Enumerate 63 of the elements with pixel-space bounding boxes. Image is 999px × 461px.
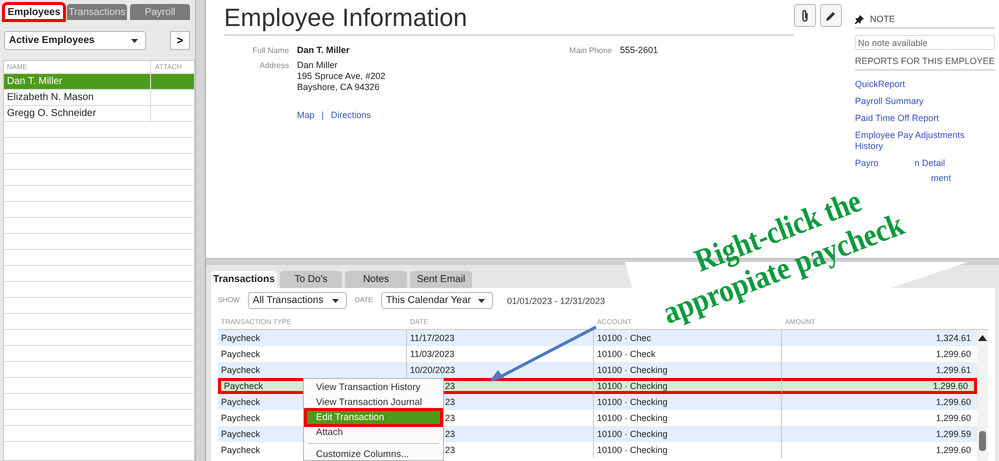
- report-link[interactable]: n Detail: [914, 158, 946, 173]
- table-cell: Paycheck: [218, 362, 407, 378]
- transactions-tab[interactable]: Transactions: [211, 271, 277, 288]
- field-label: Full Name: [252, 45, 290, 55]
- report-link[interactable]: ment: [931, 173, 952, 188]
- note-field[interactable]: No note available: [855, 35, 995, 50]
- menu-item[interactable]: Edit Transaction: [306, 410, 441, 425]
- note-heading: NOTE: [870, 14, 896, 24]
- full-name-value: Dan T. Miller: [297, 45, 350, 56]
- caret-icon: [332, 298, 339, 302]
- scroll-up-icon: [978, 335, 987, 341]
- report-link[interactable]: Paid Time Off Report: [855, 113, 970, 124]
- edit-button[interactable]: [820, 4, 842, 27]
- scrollbar[interactable]: [977, 330, 988, 461]
- table-cell: 11/17/2023: [407, 330, 594, 346]
- pin-icon: [855, 14, 864, 24]
- transactions-tab[interactable]: Notes: [345, 271, 407, 288]
- field-label: Address: [258, 60, 290, 70]
- table-cell: 10100 · Checking: [594, 394, 782, 410]
- employee-filter-dropdown[interactable]: Active Employees: [4, 31, 146, 50]
- report-link[interactable]: QuickReport: [855, 79, 970, 90]
- address-line: Dan Miller: [297, 60, 339, 71]
- table-cell: 1,299.59: [782, 426, 977, 442]
- table-cell-text: 1,299.60: [934, 412, 972, 425]
- table-cell: 10100 · Checking: [594, 362, 782, 378]
- show-dropdown[interactable]: All Transactions: [248, 292, 347, 309]
- table-cell: 10100 · Checking: [594, 378, 782, 394]
- page-title: Employee Information: [224, 4, 794, 36]
- table-cell: 1,324.61: [782, 330, 977, 346]
- next-button[interactable]: >: [170, 31, 190, 50]
- table-cell: 10100 · Checking: [594, 426, 782, 442]
- scroll-thumb[interactable]: [979, 431, 986, 451]
- sidebar-tab[interactable]: Employees: [4, 4, 64, 20]
- attach-button[interactable]: [794, 4, 816, 27]
- report-link[interactable]: Employee Pay Adjustments History: [855, 130, 970, 152]
- table-cell-text: 1,299.60: [934, 444, 972, 457]
- phone-value: 555-2601: [620, 45, 658, 56]
- employee-row[interactable]: Dan T. Miller: [4, 74, 194, 90]
- caret-icon: [478, 298, 485, 302]
- table-cell: 1,299.61: [782, 362, 977, 378]
- transactions-tab[interactable]: Sent Email: [410, 271, 472, 288]
- report-link[interactable]: Payro: [855, 158, 879, 173]
- table-cell: 1,299.60: [782, 394, 977, 410]
- date-dropdown[interactable]: This Calendar Year: [380, 292, 493, 309]
- pencil-icon: [825, 10, 837, 22]
- address-line: Bayshore, CA 94326: [297, 82, 381, 93]
- table-cell: 10100 · Checking: [594, 442, 782, 458]
- report-link[interactable]: Payroll Summary: [855, 96, 970, 107]
- table-cell: Paycheck: [218, 330, 407, 346]
- address-line: 195 Spruce Ave, #202: [297, 71, 386, 82]
- field-label: Main Phone: [568, 45, 613, 55]
- transactions-tab[interactable]: To Do's: [280, 271, 342, 288]
- table-cell: 10100 · Chec: [594, 330, 782, 346]
- directions-link[interactable]: Directions: [330, 110, 371, 120]
- map-link[interactable]: Map: [297, 110, 315, 120]
- table-cell: 10/20/2023: [407, 362, 594, 378]
- reports-heading: REPORTS FOR THIS EMPLOYEE: [855, 56, 995, 71]
- table-cell: 1,299.60: [782, 378, 977, 394]
- date-range: 01/01/2023 - 12/31/2023: [506, 296, 606, 306]
- table-cell-text: 1,299.60: [934, 348, 972, 361]
- paperclip-icon: [801, 8, 809, 22]
- link-separator: |: [322, 110, 324, 120]
- caret-icon: [131, 38, 138, 42]
